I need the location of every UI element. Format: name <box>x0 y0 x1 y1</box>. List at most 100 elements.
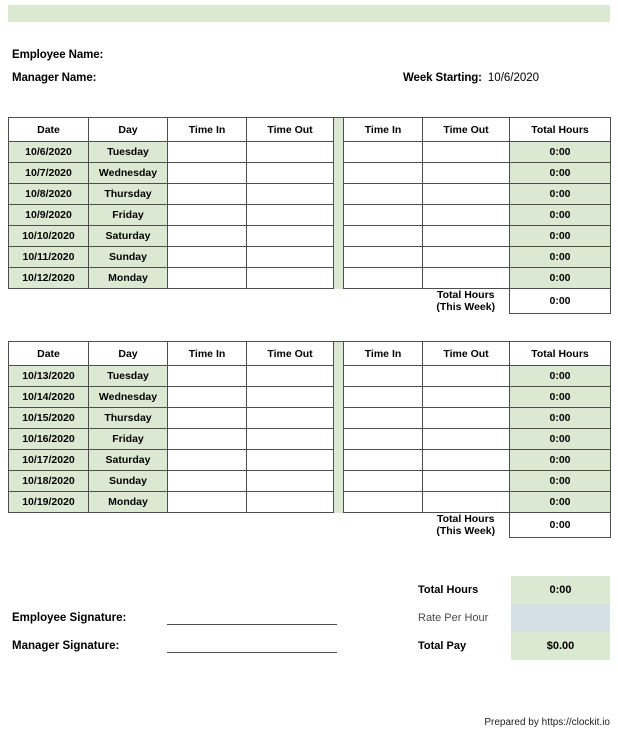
cell-time-out-1[interactable] <box>246 162 334 184</box>
cell-time-in-1[interactable] <box>167 365 247 387</box>
cell-time-in-2[interactable] <box>343 449 423 471</box>
table-row: 10/17/2020 Saturday 0:00 <box>8 449 611 471</box>
cell-time-out-2[interactable] <box>422 470 510 492</box>
cell-time-in-1[interactable] <box>167 428 247 450</box>
week-starting-label: Week Starting: <box>403 72 482 84</box>
cell-total-hours: 0:00 <box>509 246 611 268</box>
column-separator <box>333 141 344 163</box>
cell-time-out-2[interactable] <box>422 365 510 387</box>
table-row: 10/9/2020 Friday 0:00 <box>8 204 611 226</box>
cell-time-in-1[interactable] <box>167 407 247 429</box>
cell-time-out-2[interactable] <box>422 491 510 513</box>
cell-day: Friday <box>88 204 168 226</box>
cell-time-in-2[interactable] <box>343 162 423 184</box>
cell-time-out-1[interactable] <box>246 407 334 429</box>
col-header-date: Date <box>8 117 89 142</box>
cell-date: 10/16/2020 <box>8 428 89 450</box>
table-row: 10/18/2020 Sunday 0:00 <box>8 470 611 492</box>
cell-time-in-2[interactable] <box>343 491 423 513</box>
employee-signature-row: Employee Signature: <box>12 606 337 630</box>
cell-time-out-1[interactable] <box>246 491 334 513</box>
cell-time-out-1[interactable] <box>246 225 334 247</box>
cell-time-out-1[interactable] <box>246 267 334 289</box>
employee-signature-line[interactable] <box>167 623 337 625</box>
cell-time-in-1[interactable] <box>167 162 247 184</box>
cell-time-in-1[interactable] <box>167 386 247 408</box>
cell-time-out-1[interactable] <box>246 365 334 387</box>
col-header-time-in-2: Time In <box>343 341 423 366</box>
cell-time-out-2[interactable] <box>422 162 510 184</box>
cell-total-hours: 0:00 <box>509 225 611 247</box>
cell-time-in-2[interactable] <box>343 386 423 408</box>
cell-date: 10/11/2020 <box>8 246 89 268</box>
cell-time-in-2[interactable] <box>343 365 423 387</box>
cell-time-in-2[interactable] <box>343 225 423 247</box>
cell-time-in-2[interactable] <box>343 204 423 226</box>
col-header-time-out-1: Time Out <box>246 341 334 366</box>
prepared-by-footer: Prepared by https://clockit.io <box>484 717 610 728</box>
footer-spacer <box>167 512 247 537</box>
column-separator <box>333 386 344 408</box>
cell-date: 10/18/2020 <box>8 470 89 492</box>
cell-time-in-2[interactable] <box>343 267 423 289</box>
column-separator <box>333 183 344 205</box>
cell-time-in-1[interactable] <box>167 246 247 268</box>
cell-time-out-2[interactable] <box>422 183 510 205</box>
footer-spacer <box>343 288 423 313</box>
cell-day: Monday <box>88 267 168 289</box>
cell-time-out-2[interactable] <box>422 225 510 247</box>
column-separator <box>333 162 344 184</box>
cell-time-in-1[interactable] <box>167 470 247 492</box>
cell-time-out-1[interactable] <box>246 386 334 408</box>
cell-time-in-2[interactable] <box>343 246 423 268</box>
table-row: 10/6/2020 Tuesday 0:00 <box>8 141 611 163</box>
cell-date: 10/12/2020 <box>8 267 89 289</box>
cell-time-in-1[interactable] <box>167 267 247 289</box>
week-starting-row: Week Starting: 10/6/2020 <box>403 67 539 89</box>
cell-time-in-1[interactable] <box>167 449 247 471</box>
cell-time-out-1[interactable] <box>246 141 334 163</box>
cell-time-out-2[interactable] <box>422 449 510 471</box>
cell-time-in-2[interactable] <box>343 141 423 163</box>
cell-time-in-1[interactable] <box>167 183 247 205</box>
cell-time-in-1[interactable] <box>167 225 247 247</box>
total-pay-label: Total Pay <box>418 640 467 652</box>
cell-time-out-2[interactable] <box>422 246 510 268</box>
cell-time-out-2[interactable] <box>422 407 510 429</box>
rate-per-hour-input[interactable] <box>511 604 610 632</box>
cell-time-out-1[interactable] <box>246 246 334 268</box>
cell-time-out-1[interactable] <box>246 204 334 226</box>
manager-signature-line[interactable] <box>167 651 337 653</box>
cell-time-in-2[interactable] <box>343 428 423 450</box>
cell-time-in-1[interactable] <box>167 491 247 513</box>
cell-date: 10/6/2020 <box>8 141 89 163</box>
cell-time-in-2[interactable] <box>343 470 423 492</box>
cell-time-in-1[interactable] <box>167 204 247 226</box>
cell-time-out-2[interactable] <box>422 141 510 163</box>
cell-time-out-2[interactable] <box>422 428 510 450</box>
cell-time-out-1[interactable] <box>246 449 334 471</box>
cell-time-in-1[interactable] <box>167 141 247 163</box>
table-row: 10/10/2020 Saturday 0:00 <box>8 225 611 247</box>
cell-day: Wednesday <box>88 162 168 184</box>
table-row: 10/14/2020 Wednesday 0:00 <box>8 386 611 408</box>
column-separator <box>333 365 344 387</box>
cell-time-out-1[interactable] <box>246 470 334 492</box>
cell-time-out-1[interactable] <box>246 428 334 450</box>
week-total-label: Total Hours (This Week) <box>422 512 510 537</box>
cell-day: Monday <box>88 491 168 513</box>
cell-date: 10/9/2020 <box>8 204 89 226</box>
cell-day: Tuesday <box>88 141 168 163</box>
table-row: 10/19/2020 Monday 0:00 <box>8 491 611 513</box>
cell-time-out-1[interactable] <box>246 183 334 205</box>
col-header-time-in-2: Time In <box>343 117 423 142</box>
week-total-label: Total Hours (This Week) <box>422 288 510 313</box>
summary-section: Employee Signature: Manager Signature: T… <box>0 570 618 660</box>
cell-time-out-2[interactable] <box>422 204 510 226</box>
cell-time-in-2[interactable] <box>343 183 423 205</box>
cell-time-out-2[interactable] <box>422 267 510 289</box>
cell-time-in-2[interactable] <box>343 407 423 429</box>
week-starting-value[interactable]: 10/6/2020 <box>488 72 539 84</box>
cell-date: 10/7/2020 <box>8 162 89 184</box>
cell-time-out-2[interactable] <box>422 386 510 408</box>
